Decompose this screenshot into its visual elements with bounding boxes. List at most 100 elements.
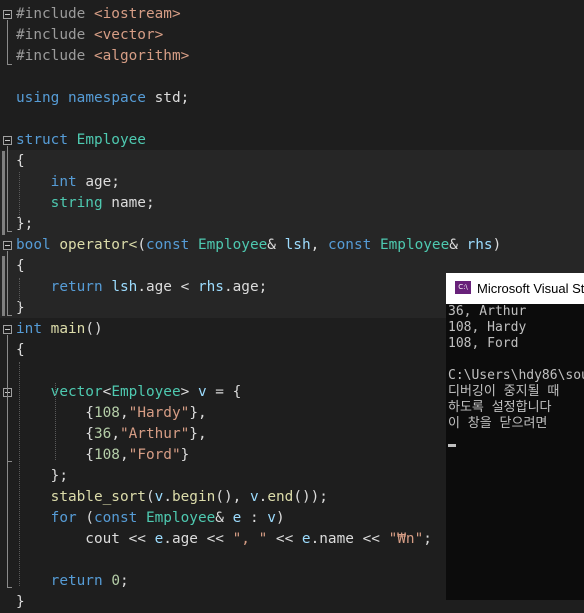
console-title: Microsoft Visual Studio — [477, 281, 584, 296]
code-text: return lsh.age < rhs.age; — [16, 277, 268, 298]
code-line[interactable]: string name; — [0, 193, 584, 214]
code-token: bool — [16, 237, 51, 253]
outline-line — [7, 146, 8, 232]
code-token: begin — [171, 489, 216, 505]
console-title-bar[interactable]: C:\ Microsoft Visual Studio — [446, 273, 584, 304]
fold-toggle-icon[interactable] — [3, 241, 12, 250]
outline-end — [7, 231, 12, 232]
code-text: {108,"Ford"} — [16, 445, 189, 466]
code-line[interactable]: }; — [0, 214, 584, 235]
outline-line — [7, 377, 8, 462]
code-line[interactable] — [0, 67, 584, 88]
code-token: stable_sort — [50, 489, 146, 505]
indent-guide — [55, 383, 56, 460]
code-text: #include <iostream> — [16, 4, 181, 25]
code-token: .age << — [163, 531, 233, 547]
code-line[interactable]: int age; — [0, 172, 584, 193]
code-token: ) — [275, 510, 285, 526]
code-token: end — [267, 489, 294, 505]
code-token: : — [241, 510, 268, 526]
code-token: }, — [189, 426, 207, 442]
code-token: v — [197, 384, 207, 400]
code-text: bool operator<(const Employee& lsh, cons… — [16, 235, 501, 256]
code-token: cout << — [16, 531, 155, 547]
code-text: { — [16, 151, 25, 172]
code-token: } — [180, 447, 190, 463]
indent-guide — [19, 362, 20, 586]
code-token: , — [310, 237, 328, 253]
code-token: > — [180, 384, 198, 400]
code-token: rhs — [197, 279, 224, 295]
code-line[interactable]: #include <algorithm> — [0, 46, 584, 67]
code-token: operator< — [59, 237, 138, 253]
code-line[interactable]: using namespace std; — [0, 88, 584, 109]
code-token: #include — [16, 6, 94, 22]
code-token: int — [16, 321, 42, 337]
code-line[interactable]: bool operator<(const Employee& lsh, cons… — [0, 235, 584, 256]
code-token: ; — [423, 531, 432, 547]
code-text: {108,"Hardy"}, — [16, 403, 206, 424]
code-text: { — [16, 256, 25, 277]
code-token: = { — [206, 384, 242, 400]
code-token: name; — [102, 195, 155, 211]
code-token: .name << — [310, 531, 389, 547]
code-text: return 0; — [16, 571, 129, 592]
code-token: #include — [16, 48, 94, 64]
console-line: 이 창을 닫으려면 — [448, 416, 548, 431]
fold-toggle-icon[interactable] — [3, 10, 12, 19]
code-token: ", " — [232, 531, 268, 547]
code-token: , — [111, 426, 120, 442]
code-text: } — [16, 592, 25, 613]
code-line[interactable]: #include <vector> — [0, 25, 584, 46]
code-token: int — [50, 174, 77, 190]
code-token: & — [215, 510, 233, 526]
code-token: "Ford" — [128, 447, 181, 463]
code-token: v — [154, 489, 164, 505]
code-text: int main() — [16, 319, 103, 340]
code-token: .age < — [137, 279, 198, 295]
code-token: Employee — [111, 384, 181, 400]
console-window[interactable]: C:\ Microsoft Visual Studio 36, Arthur10… — [446, 273, 584, 600]
code-token: vector — [50, 384, 103, 400]
code-token: e — [154, 531, 164, 547]
code-token: { — [16, 258, 25, 274]
code-line[interactable]: { — [0, 151, 584, 172]
code-token: }; — [16, 468, 68, 484]
outline-line — [7, 20, 8, 65]
code-token: v — [249, 489, 259, 505]
outline-line — [7, 251, 8, 316]
code-line[interactable] — [0, 109, 584, 130]
outline-end — [7, 587, 12, 588]
code-token: namespace — [68, 90, 146, 106]
code-token: , — [119, 405, 129, 421]
code-token: () — [85, 321, 103, 337]
code-token: "Hardy" — [128, 405, 190, 421]
code-text: {36,"Arthur"}, — [16, 424, 207, 445]
code-token: Employee — [379, 237, 450, 253]
code-token: 36 — [93, 426, 112, 442]
code-token: } — [16, 300, 25, 316]
console-line: 108, Hardy — [448, 320, 527, 335]
fold-toggle-icon[interactable] — [3, 325, 12, 334]
code-token: < — [102, 384, 112, 400]
code-token: <vector> — [93, 27, 164, 43]
code-line[interactable]: struct Employee — [0, 130, 584, 151]
code-token: .age; — [223, 279, 268, 295]
code-token: struct — [16, 132, 68, 148]
code-token: using — [16, 90, 60, 106]
code-line[interactable]: #include <iostream> — [0, 4, 584, 25]
code-token: ( — [145, 489, 155, 505]
fold-toggle-icon[interactable] — [3, 136, 12, 145]
code-token: main — [50, 321, 86, 337]
code-token: Employee — [76, 132, 146, 148]
code-text: }; — [16, 466, 68, 487]
code-token: for — [50, 510, 77, 526]
